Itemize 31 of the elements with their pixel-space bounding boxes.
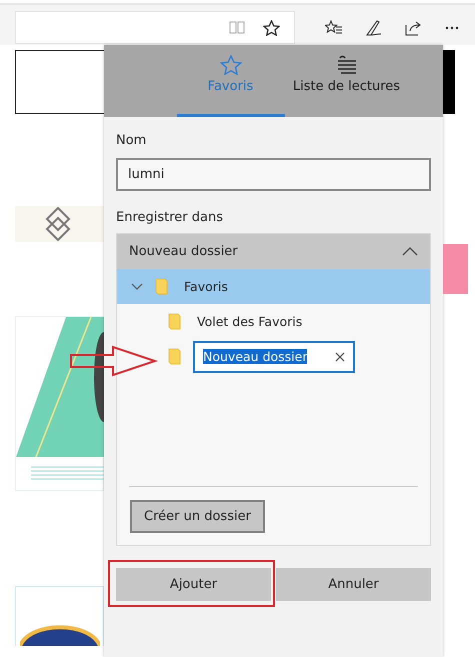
chevron-up-icon [402,247,418,256]
create-folder-button[interactable]: Créer un dossier [130,500,265,533]
folder-icon [168,348,181,365]
more-icon[interactable] [445,26,459,30]
selected-text: Nouveau dossier [203,349,308,364]
star-icon [220,55,242,75]
close-icon[interactable] [335,352,345,362]
folder-dropdown[interactable]: Nouveau dossier [117,234,430,269]
folder-row[interactable]: Volet des Favoris [117,304,430,339]
pen-icon[interactable] [365,18,383,36]
dialog-button[interactable]: Annuler [276,568,431,601]
chevron-down-icon[interactable] [131,282,143,290]
rename-field[interactable]: Nouveau dossier [193,340,355,372]
field-label: Enregistrer dans [116,210,224,225]
field-label: Nom [116,133,148,148]
decorative-shape [443,244,468,294]
folder-icon [168,313,181,330]
share-icon[interactable] [405,20,423,36]
panel-tab[interactable]: Liste de lectures [284,45,408,117]
folder-label: Favoris [184,279,228,294]
favorites-list-icon[interactable] [325,20,343,36]
dialog-button[interactable]: Ajouter [116,568,271,601]
name-field[interactable]: lumni [116,158,431,191]
folder-icon [155,278,168,295]
star-icon[interactable] [263,20,280,36]
diamond-logo-icon [45,207,71,241]
page-strip [443,50,455,114]
folder-label: Volet des Favoris [197,314,302,329]
folder-row[interactable]: Favoris [117,269,430,304]
folder-row[interactable]: Nouveau dossier [117,339,430,374]
reading-list-icon [336,55,358,75]
